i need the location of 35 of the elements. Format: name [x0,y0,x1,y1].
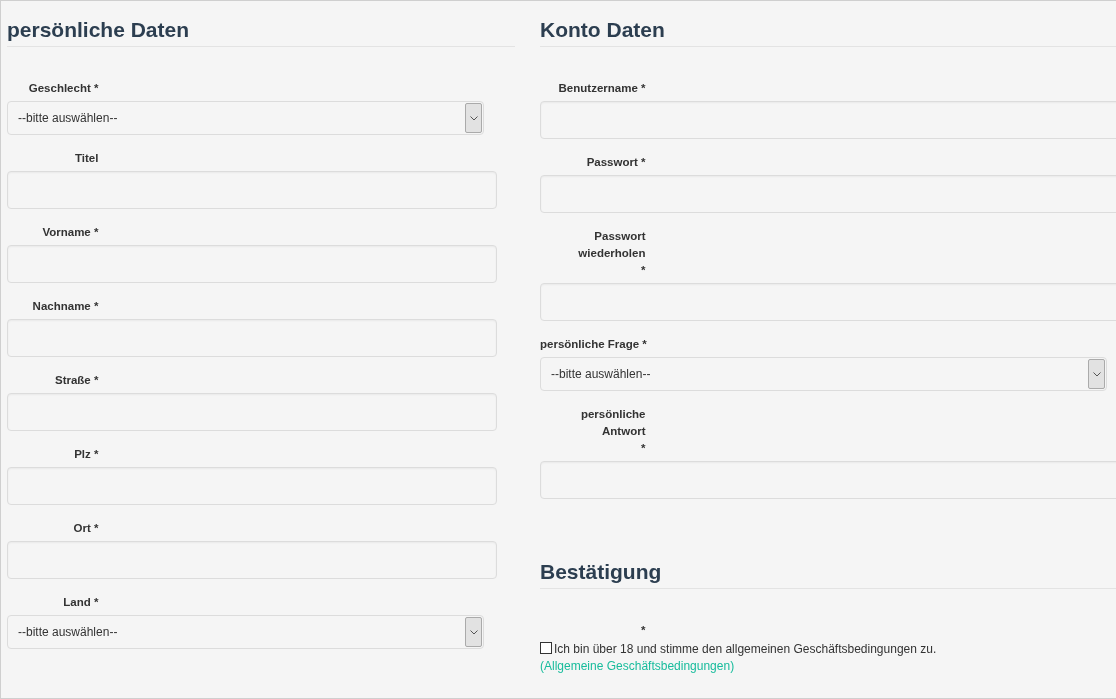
input-field[interactable] [7,393,497,431]
chevron-down-icon [469,115,478,121]
input-field[interactable] [540,101,1116,139]
terms-text: Ich bin über 18 und stimme den allgemeinen Geschäftsbedingungen zu. [554,642,937,656]
field-label: Ort * [72,521,99,536]
field-label: persönliche Antwort * [579,407,646,456]
field-label: persönliche Frage * [540,337,646,352]
input-field[interactable] [540,283,1116,321]
select-field[interactable]: --bitte auswählen-- [7,615,484,649]
field-label: Vorname * [41,225,99,240]
input-field[interactable] [7,171,497,209]
chevron-down-icon [469,629,478,635]
input-field[interactable] [540,461,1116,499]
input-field[interactable] [7,319,497,357]
chevron-down-icon [1092,371,1101,377]
field-label: Geschlecht * [27,81,99,96]
select-field[interactable]: --bitte auswählen-- [7,101,484,135]
field-label: Straße * [53,373,99,388]
field-label: Titel [74,151,99,166]
input-field[interactable] [7,245,497,283]
field-label: * [640,623,646,638]
input-field[interactable] [7,541,497,579]
field-label: Passwort wiederholen * [577,229,646,278]
field-label: Plz * [73,447,99,462]
field-label: Passwort * [585,155,646,170]
checkbox[interactable] [540,642,552,654]
input-field[interactable] [540,175,1116,213]
section-heading: Bestätigung [540,559,1116,589]
field-label: Land * [62,595,99,610]
input-field[interactable] [7,467,497,505]
field-label: Nachname * [31,299,99,314]
section-heading: persönliche Daten [7,17,515,47]
section-heading: Konto Daten [540,17,1116,47]
field-label: Benutzername * [557,81,646,96]
select-field[interactable]: --bitte auswählen-- [540,357,1107,391]
